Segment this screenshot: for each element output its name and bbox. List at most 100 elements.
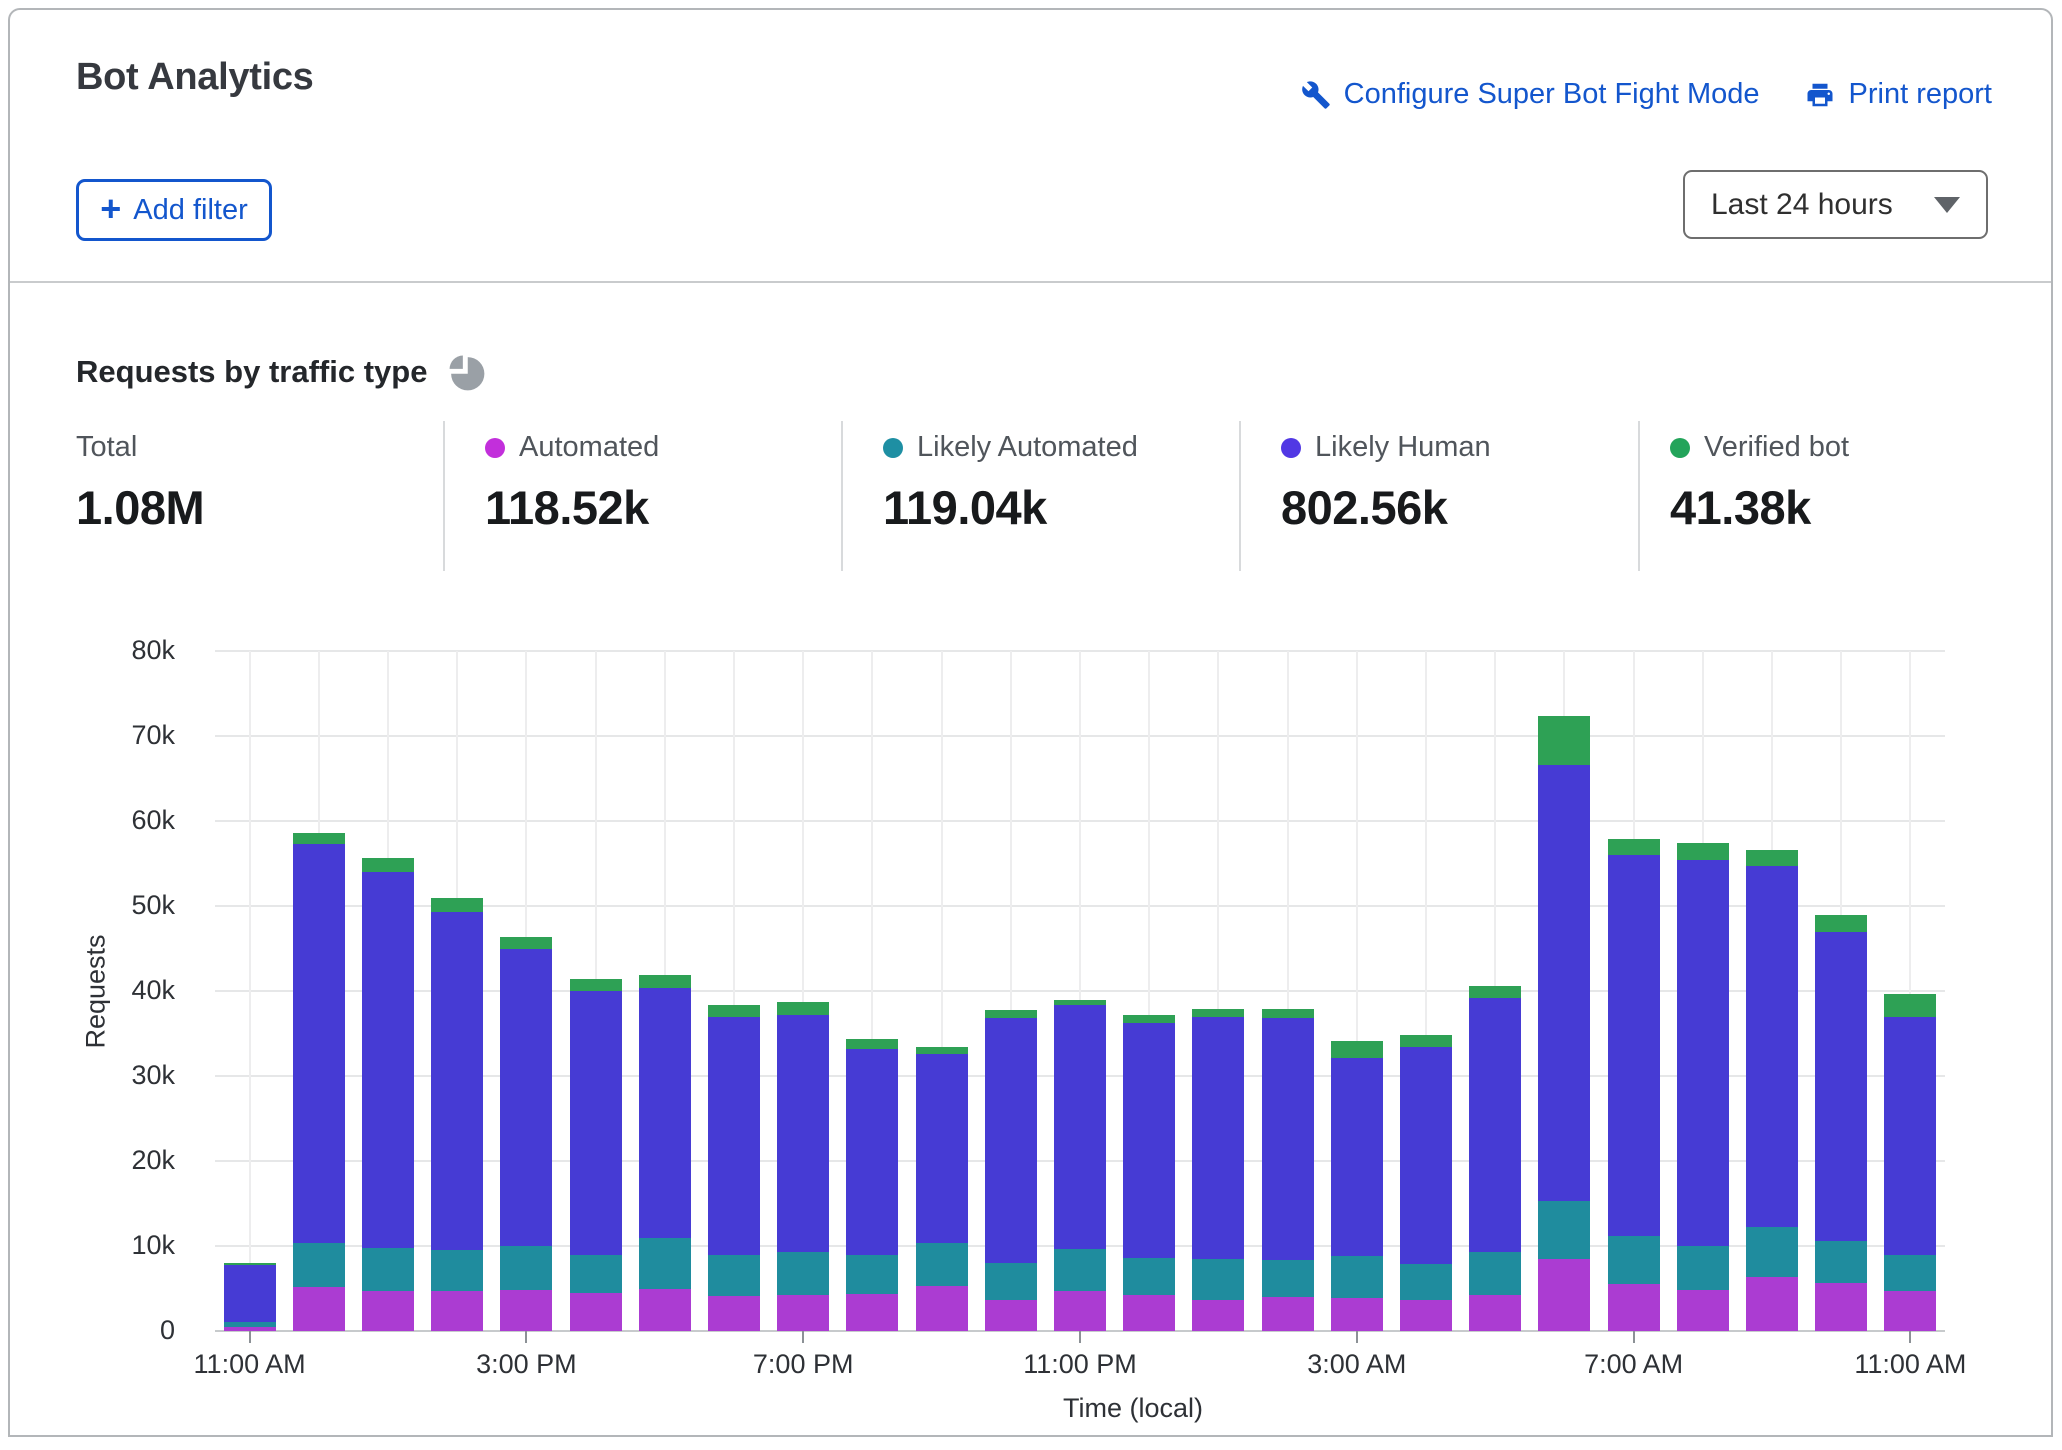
bar-segment-verified-bot[interactable] <box>1054 1000 1106 1006</box>
bar-segment-likely-automated[interactable] <box>1123 1258 1175 1295</box>
bar-segment-likely-human[interactable] <box>1123 1023 1175 1258</box>
add-filter-button[interactable]: + Add filter <box>76 179 272 241</box>
bar-segment-automated[interactable] <box>1054 1291 1106 1331</box>
bar-segment-likely-automated[interactable] <box>777 1252 829 1295</box>
bar-segment-likely-human[interactable] <box>1331 1058 1383 1256</box>
bar-segment-likely-human[interactable] <box>916 1054 968 1243</box>
bar-segment-likely-human[interactable] <box>639 988 691 1238</box>
stat-likely-human[interactable]: Likely Human802.56k <box>1281 431 1611 535</box>
bar-segment-automated[interactable] <box>777 1295 829 1331</box>
bar-segment-automated[interactable] <box>708 1296 760 1331</box>
bar-segment-likely-automated[interactable] <box>639 1238 691 1289</box>
bar-segment-likely-automated[interactable] <box>1054 1249 1106 1291</box>
bar-segment-automated[interactable] <box>1538 1259 1590 1331</box>
bar-segment-automated[interactable] <box>916 1286 968 1331</box>
bar-segment-verified-bot[interactable] <box>293 833 345 844</box>
bar-segment-verified-bot[interactable] <box>224 1263 276 1265</box>
bar-segment-verified-bot[interactable] <box>1192 1009 1244 1017</box>
bar-segment-automated[interactable] <box>1331 1298 1383 1331</box>
bar-segment-verified-bot[interactable] <box>1815 915 1867 933</box>
bar-segment-verified-bot[interactable] <box>1538 716 1590 764</box>
bar-segment-likely-automated[interactable] <box>1608 1236 1660 1284</box>
bar-segment-likely-human[interactable] <box>570 991 622 1255</box>
bar-segment-automated[interactable] <box>1815 1283 1867 1331</box>
bar-segment-likely-automated[interactable] <box>1815 1241 1867 1283</box>
bar-segment-likely-automated[interactable] <box>985 1263 1037 1300</box>
bar-segment-verified-bot[interactable] <box>985 1010 1037 1019</box>
bar-segment-automated[interactable] <box>293 1287 345 1331</box>
bar-segment-likely-human[interactable] <box>1192 1017 1244 1259</box>
bar-segment-verified-bot[interactable] <box>500 937 552 950</box>
bar-segment-automated[interactable] <box>431 1291 483 1331</box>
bar-segment-likely-human[interactable] <box>431 912 483 1250</box>
bar-segment-likely-human[interactable] <box>362 872 414 1248</box>
bar-segment-likely-automated[interactable] <box>1884 1255 1936 1291</box>
bar-segment-likely-automated[interactable] <box>431 1250 483 1291</box>
bar-segment-verified-bot[interactable] <box>1608 839 1660 855</box>
bar-segment-likely-human[interactable] <box>1400 1047 1452 1264</box>
bar-segment-verified-bot[interactable] <box>1884 994 1936 1016</box>
bar-segment-verified-bot[interactable] <box>777 1002 829 1015</box>
bar-segment-automated[interactable] <box>1608 1284 1660 1331</box>
bar-segment-likely-automated[interactable] <box>362 1248 414 1291</box>
bar-segment-automated[interactable] <box>985 1300 1037 1331</box>
bar-segment-verified-bot[interactable] <box>431 898 483 912</box>
bar-segment-likely-human[interactable] <box>1262 1018 1314 1259</box>
bar-segment-verified-bot[interactable] <box>1677 843 1729 860</box>
stat-verified-bot[interactable]: Verified bot41.38k <box>1670 431 2000 535</box>
bar-segment-likely-human[interactable] <box>1608 855 1660 1236</box>
bar-segment-automated[interactable] <box>500 1290 552 1331</box>
bar-segment-likely-human[interactable] <box>224 1265 276 1322</box>
configure-super-bot-fight-mode-link[interactable]: Configure Super Bot Fight Mode <box>1301 78 1760 111</box>
bar-segment-verified-bot[interactable] <box>1746 850 1798 866</box>
bar-segment-likely-automated[interactable] <box>1538 1201 1590 1259</box>
bar-segment-verified-bot[interactable] <box>1123 1015 1175 1024</box>
bar-segment-likely-automated[interactable] <box>708 1255 760 1297</box>
bar-segment-likely-human[interactable] <box>1815 932 1867 1241</box>
bar-segment-automated[interactable] <box>570 1293 622 1331</box>
bar-segment-likely-automated[interactable] <box>1192 1259 1244 1301</box>
bar-segment-verified-bot[interactable] <box>1469 986 1521 998</box>
bar-segment-likely-human[interactable] <box>708 1017 760 1255</box>
bar-segment-verified-bot[interactable] <box>1400 1035 1452 1047</box>
bar-segment-likely-automated[interactable] <box>1469 1252 1521 1295</box>
bar-segment-automated[interactable] <box>1746 1277 1798 1331</box>
time-range-select[interactable]: Last 24 hours <box>1683 170 1988 239</box>
bar-segment-verified-bot[interactable] <box>916 1047 968 1054</box>
bar-segment-likely-automated[interactable] <box>1677 1246 1729 1290</box>
bar-segment-automated[interactable] <box>1469 1295 1521 1331</box>
bar-segment-likely-automated[interactable] <box>1400 1264 1452 1301</box>
bar-segment-likely-human[interactable] <box>293 844 345 1243</box>
bar-segment-verified-bot[interactable] <box>639 975 691 989</box>
bar-segment-likely-human[interactable] <box>1677 860 1729 1246</box>
bar-segment-likely-human[interactable] <box>1884 1017 1936 1256</box>
bar-segment-likely-human[interactable] <box>777 1015 829 1252</box>
bar-segment-likely-human[interactable] <box>1746 866 1798 1227</box>
stat-automated[interactable]: Automated118.52k <box>485 431 815 535</box>
bar-segment-verified-bot[interactable] <box>1331 1041 1383 1058</box>
bar-segment-likely-automated[interactable] <box>916 1243 968 1286</box>
bar-segment-automated[interactable] <box>1400 1300 1452 1331</box>
bar-segment-likely-automated[interactable] <box>570 1255 622 1292</box>
bar-segment-verified-bot[interactable] <box>570 979 622 991</box>
stat-likely-automated[interactable]: Likely Automated119.04k <box>883 431 1213 535</box>
bar-segment-automated[interactable] <box>362 1291 414 1331</box>
bar-segment-verified-bot[interactable] <box>1262 1009 1314 1018</box>
bar-segment-likely-human[interactable] <box>500 949 552 1246</box>
bar-segment-verified-bot[interactable] <box>362 858 414 872</box>
bar-segment-verified-bot[interactable] <box>708 1005 760 1017</box>
bar-segment-likely-automated[interactable] <box>1746 1227 1798 1277</box>
bar-segment-likely-human[interactable] <box>985 1018 1037 1263</box>
bar-segment-automated[interactable] <box>846 1294 898 1331</box>
bar-segment-automated[interactable] <box>1884 1291 1936 1331</box>
bar-segment-likely-automated[interactable] <box>1331 1256 1383 1298</box>
bar-segment-automated[interactable] <box>639 1289 691 1331</box>
bar-segment-likely-automated[interactable] <box>500 1246 552 1290</box>
bar-segment-automated[interactable] <box>1192 1300 1244 1331</box>
bar-segment-likely-human[interactable] <box>1054 1005 1106 1249</box>
bar-segment-likely-automated[interactable] <box>224 1322 276 1327</box>
bar-segment-automated[interactable] <box>1677 1290 1729 1331</box>
bar-segment-likely-human[interactable] <box>1469 998 1521 1252</box>
bar-segment-automated[interactable] <box>1262 1297 1314 1331</box>
bar-segment-likely-human[interactable] <box>1538 765 1590 1201</box>
